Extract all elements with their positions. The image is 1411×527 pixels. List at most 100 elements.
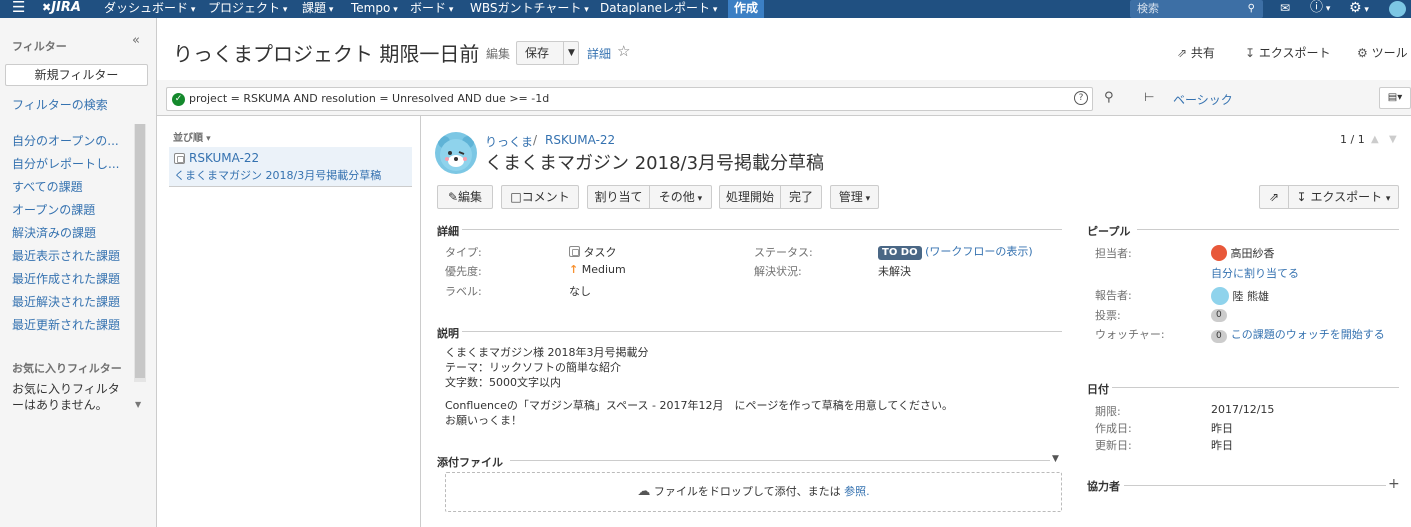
favorite-filters-empty: お気に入りフィルターはありません。 <box>12 382 120 412</box>
filter-recently-created[interactable]: 最近作成された課題 <box>12 270 120 287</box>
jql-query-input[interactable]: ✓ project = RSKUMA AND resolution = Unre… <box>166 87 1093 111</box>
tools-button[interactable]: ⚙ ツール <box>1357 44 1408 61</box>
breadcrumb-project[interactable]: りっくま <box>485 133 533 150</box>
project-avatar <box>435 132 477 174</box>
drop-text: ファイルをドロップして添付、または <box>653 485 841 498</box>
dates-divider <box>1112 387 1399 388</box>
labels-value: なし <box>569 285 591 298</box>
user-avatar-icon[interactable] <box>1389 1 1406 17</box>
filter-details-link[interactable]: 詳細 <box>587 45 611 62</box>
new-filter-button[interactable]: 新規フィルター <box>5 64 148 86</box>
filter-open-issues[interactable]: オープンの課題 <box>12 201 95 218</box>
start-watching-link[interactable]: この課題のウォッチを開始する <box>1231 328 1385 341</box>
layout-switcher-button[interactable]: ▤▾ <box>1379 87 1411 109</box>
save-label: 保存 <box>525 46 550 60</box>
assign-to-me-link[interactable]: 自分に割り当てる <box>1211 265 1299 281</box>
assign-button[interactable]: 割り当て <box>587 185 650 209</box>
assignee-value[interactable]: 高田紗香 <box>1211 245 1275 261</box>
top-navigation-bar: ☰ ✖JIRA ダッシュボード プロジェクト 課題 Tempo ボード WBSガ… <box>0 0 1411 18</box>
description-heading: 説明 <box>437 327 459 340</box>
find-filters-link[interactable]: フィルターの検索 <box>12 96 108 113</box>
next-issue-arrow-icon[interactable]: ▼ <box>1389 134 1397 145</box>
nav-wbs-gantt[interactable]: WBSガントチャート <box>470 0 589 18</box>
browse-files-link[interactable]: 参照. <box>844 485 870 498</box>
announcement-icon[interactable]: ✉ <box>1280 0 1290 18</box>
watchers-label: ウォッチャー: <box>1095 328 1165 341</box>
nav-issues[interactable]: 課題 <box>302 0 333 18</box>
edit-issue-button[interactable]: ✎編集 <box>437 185 493 209</box>
search-submit-icon[interactable]: ⚲ <box>1104 90 1114 105</box>
watchers-value: 0 この課題のウォッチを開始する <box>1211 326 1385 343</box>
previous-issue-arrow-icon[interactable]: ▲ <box>1371 134 1379 145</box>
syntax-help-icon[interactable]: ? <box>1074 91 1088 105</box>
description-line: テーマ：リックソフトの簡単な紹介 <box>445 361 621 374</box>
share-button[interactable]: ⇗ 共有 <box>1177 44 1215 61</box>
reporter-value[interactable]: 陸 熊雄 <box>1211 287 1269 305</box>
export-icon: ↧ <box>1245 46 1256 60</box>
attachments-options-chevron-icon[interactable]: ▼ <box>1052 454 1059 464</box>
filter-all-issues[interactable]: すべての課題 <box>12 178 83 195</box>
filter-recently-resolved[interactable]: 最近解決された課題 <box>12 293 120 310</box>
breadcrumb-issue-key[interactable]: RSKUMA-22 <box>545 133 615 147</box>
updated-value: 昨日 <box>1211 439 1233 452</box>
nav-tempo[interactable]: Tempo <box>351 0 398 18</box>
issue-export-dropdown[interactable]: ↧ エクスポート <box>1288 185 1399 209</box>
save-filter-button[interactable]: 保存 ▼ <box>516 41 579 65</box>
file-drop-zone[interactable]: ☁ ファイルをドロップして添付、または 参照. <box>445 472 1062 512</box>
task-icon <box>569 246 580 257</box>
created-label: 作成日: <box>1095 422 1132 435</box>
nav-boards[interactable]: ボード <box>410 0 453 18</box>
more-actions-dropdown[interactable]: その他 <box>649 185 712 209</box>
issue-export-icon: ↧ <box>1296 190 1307 204</box>
status-label: ステータス: <box>754 246 813 259</box>
share-issue-button[interactable]: ⇗ <box>1259 185 1289 209</box>
filter-my-open-issues[interactable]: 自分のオープンの... <box>12 132 122 149</box>
help-icon[interactable]: ⓘ <box>1310 0 1330 18</box>
labels-label: ラベル: <box>445 285 482 298</box>
issue-title[interactable]: くまくまマガジン 2018/3月号掲載分草稿 <box>485 149 824 175</box>
issue-list-item[interactable]: RSKUMA-22 くまくまマガジン 2018/3月号掲載分草稿 <box>169 147 412 187</box>
comment-button[interactable]: □コメント <box>501 185 579 209</box>
collapse-sidebar-icon[interactable]: « <box>132 33 140 48</box>
favorite-filters-heading: お気に入りフィルター <box>12 362 122 375</box>
nav-dataplane-reports[interactable]: Dataplaneレポート <box>600 0 717 18</box>
hierarchy-icon[interactable]: ⊢ <box>1144 90 1154 104</box>
description-closing-line: お願いっくま！ <box>445 414 522 427</box>
votes-label: 投票: <box>1095 309 1121 322</box>
priority-value: ↑ Medium <box>569 263 626 276</box>
favorite-star-icon[interactable]: ☆ <box>617 42 630 60</box>
pencil-icon: ✎ <box>447 190 459 204</box>
app-switcher-icon[interactable]: ☰ <box>12 0 25 17</box>
add-collaborator-icon[interactable]: + <box>1388 476 1400 492</box>
done-button[interactable]: 完了 <box>780 185 822 209</box>
basic-search-link[interactable]: ベーシック <box>1173 91 1233 108</box>
filters-heading: フィルター <box>12 40 67 53</box>
filter-reported-by-me[interactable]: 自分がレポートし... <box>12 155 122 172</box>
filter-resolved-issues[interactable]: 解決済みの課題 <box>12 224 96 241</box>
filter-recently-updated[interactable]: 最近更新された課題 <box>12 316 120 333</box>
order-by-dropdown[interactable]: 並び順 <box>173 129 211 144</box>
header-export-button[interactable]: ↧ エクスポート <box>1245 44 1331 61</box>
quick-search-input[interactable]: 検索 ⚲ <box>1130 0 1263 18</box>
priority-label: 優先度: <box>445 265 482 278</box>
priority-medium-icon: ↑ <box>569 263 579 276</box>
admin-dropdown[interactable]: 管理 <box>830 185 879 209</box>
nav-dashboard[interactable]: ダッシュボード <box>104 0 195 18</box>
sidebar-scrollbar-thumb[interactable] <box>135 124 145 378</box>
comment-icon: □ <box>510 190 522 204</box>
scroll-down-arrow-icon[interactable]: ▼ <box>135 400 141 409</box>
start-progress-button[interactable]: 処理開始 <box>719 185 781 209</box>
type-label: タイプ: <box>445 246 482 259</box>
create-issue-button[interactable]: 作成 <box>728 0 764 18</box>
watchers-count-badge[interactable]: 0 <box>1211 330 1227 343</box>
votes-value[interactable]: 0 <box>1211 307 1231 322</box>
jira-logo[interactable]: ✖JIRA <box>42 0 81 18</box>
votes-count-badge: 0 <box>1211 309 1227 322</box>
view-workflow-link[interactable]: (ワークフローの表示) <box>925 245 1033 258</box>
gear-icon[interactable]: ⚙ <box>1349 0 1369 18</box>
nav-projects[interactable]: プロジェクト <box>208 0 287 18</box>
filter-recently-viewed[interactable]: 最近表示された課題 <box>12 247 120 264</box>
description-divider <box>462 331 1062 332</box>
filter-title: りっくまプロジェクト 期限一日前 <box>173 42 480 66</box>
save-dropdown-chevron-icon[interactable]: ▼ <box>563 42 579 64</box>
